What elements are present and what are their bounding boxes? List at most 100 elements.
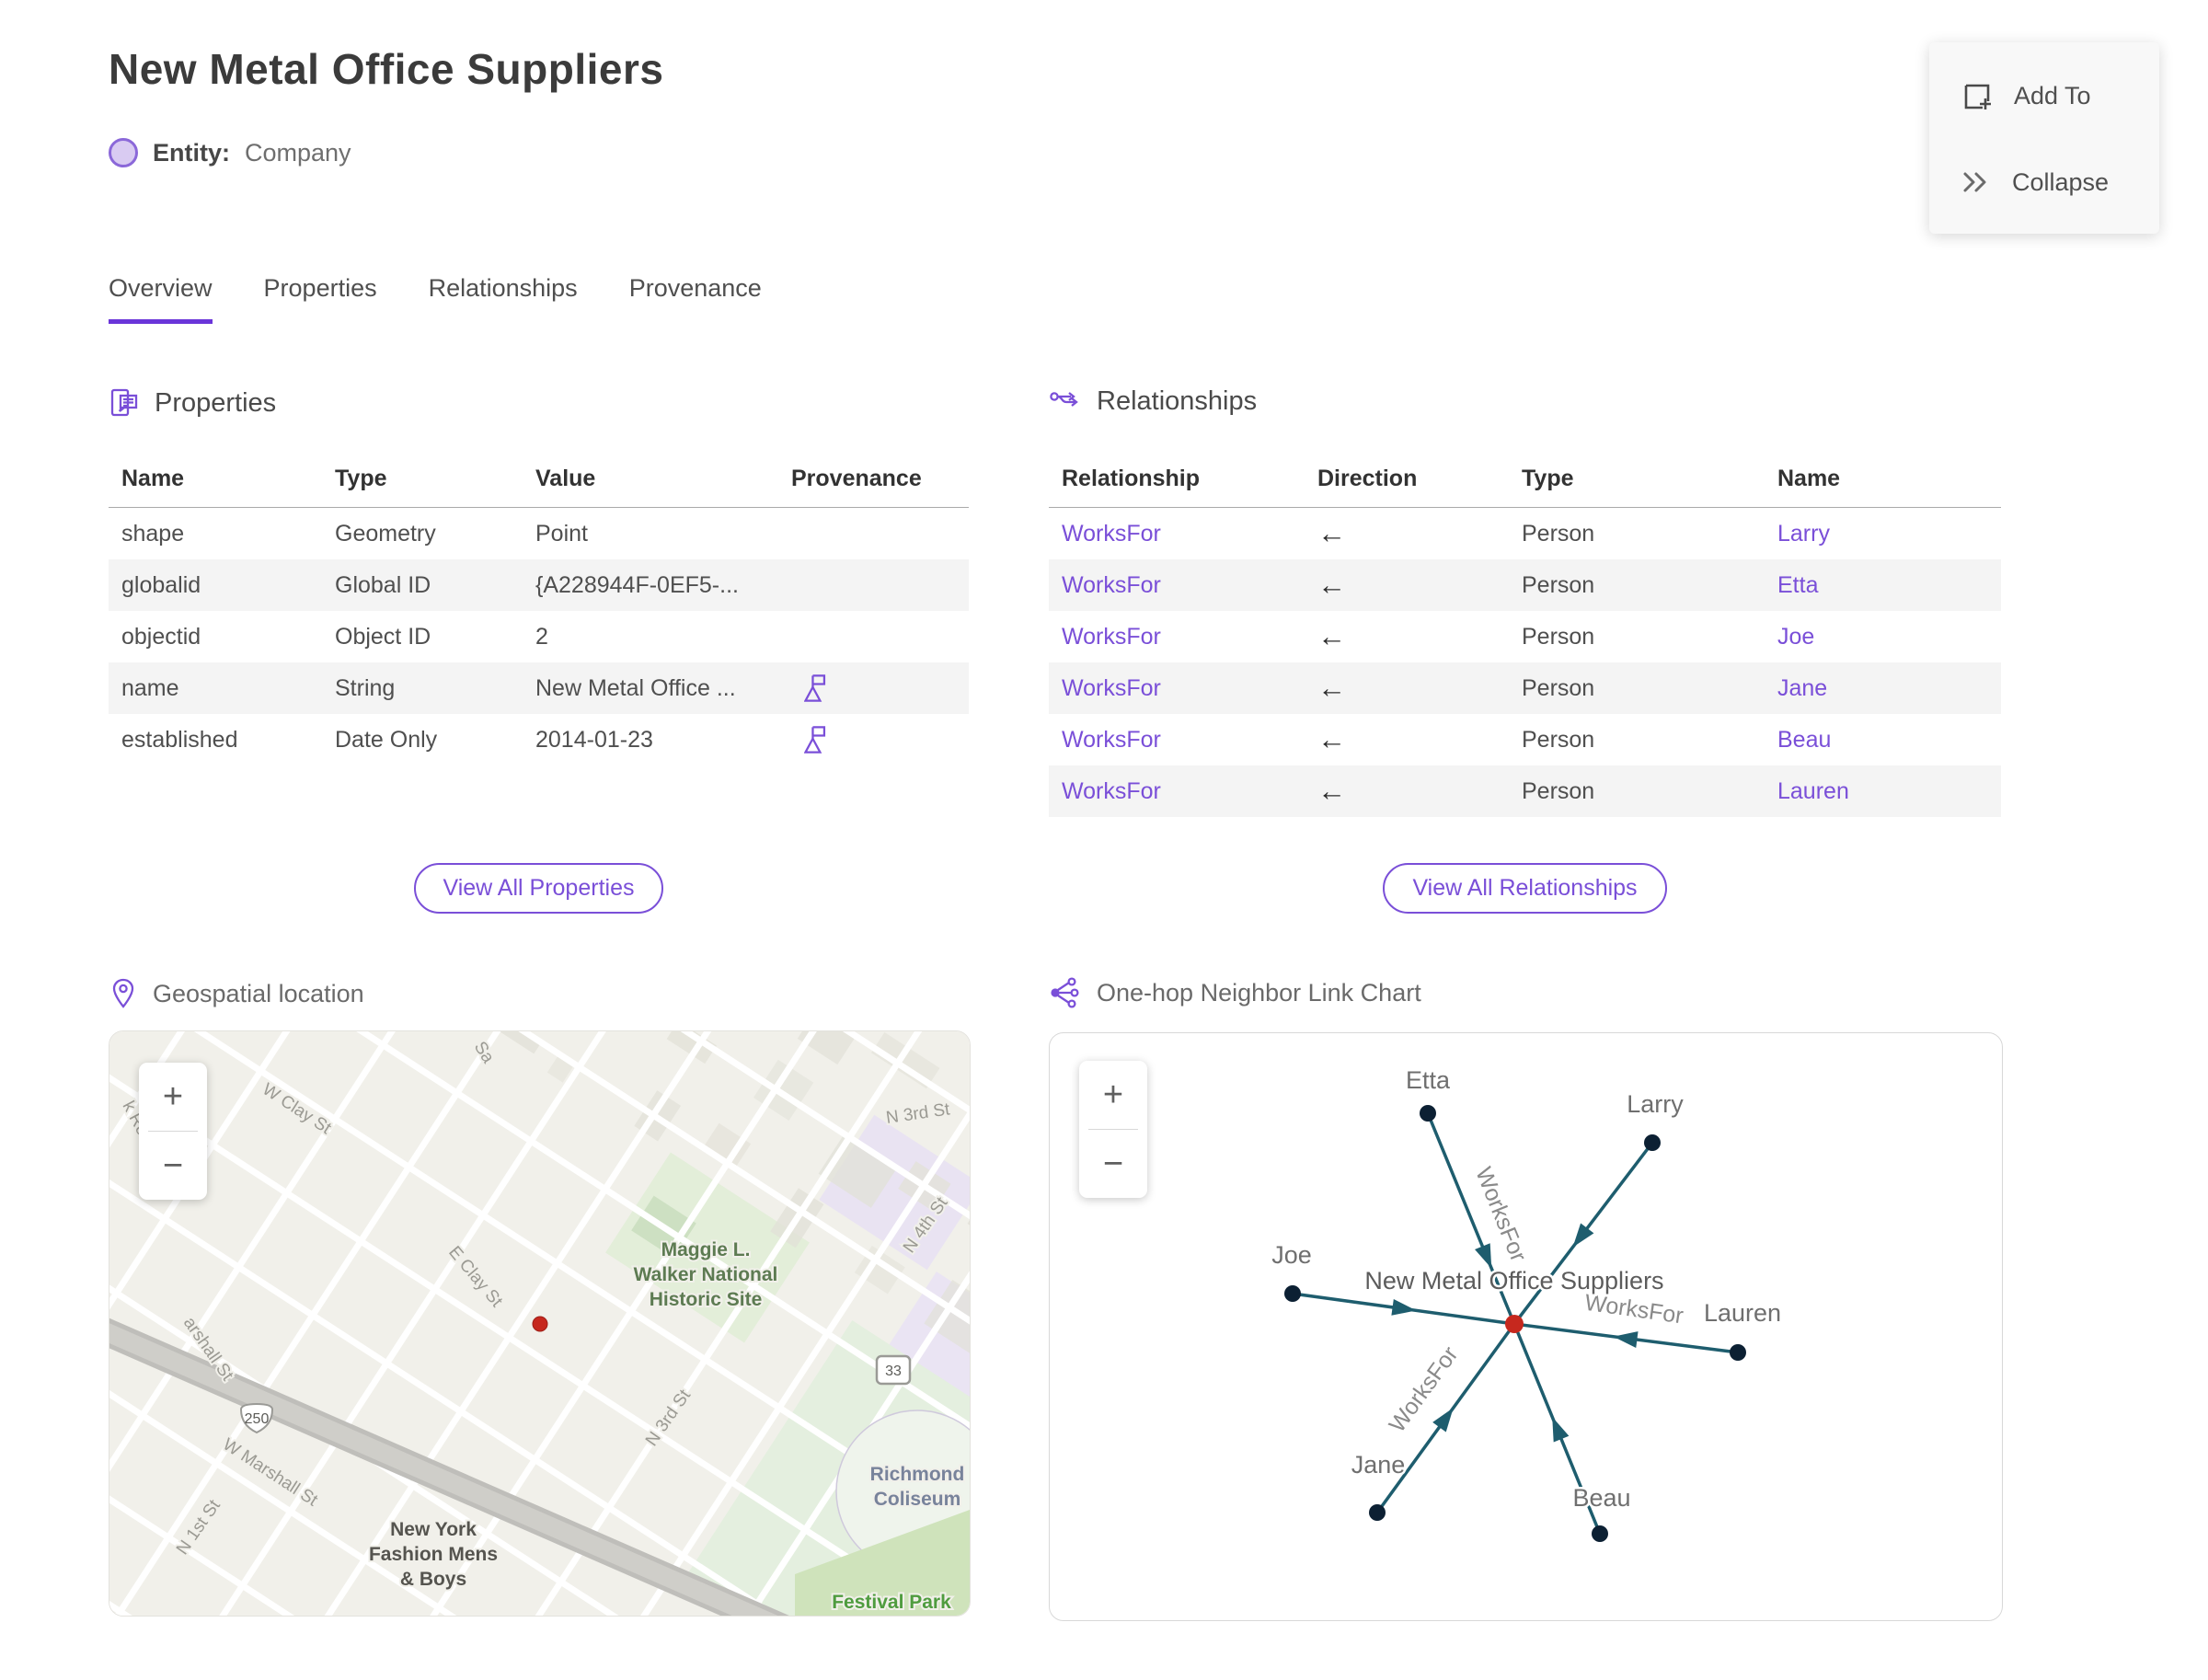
col-rel-name: Name — [1765, 453, 2001, 508]
node-label: Jane — [1351, 1451, 1406, 1479]
col-provenance: Provenance — [778, 453, 969, 508]
properties-table-body: shape Geometry Point globalid Global ID {A228… — [109, 508, 969, 766]
map-zoom-in-button[interactable]: + — [139, 1063, 207, 1131]
property-value: 2 — [535, 623, 548, 650]
add-to-label: Add To — [2014, 81, 2091, 109]
svg-text:33: 33 — [885, 1364, 902, 1379]
node-etta[interactable] — [1420, 1105, 1436, 1122]
col-relationship: Relationship — [1049, 453, 1305, 508]
add-to-icon — [1964, 84, 1991, 110]
map-svg[interactable]: 25033k Ro W Clay StSaN 3rd StN 4th StMagg… — [109, 1031, 970, 1616]
property-name: globalid — [121, 571, 201, 598]
chart-zoom-in-button[interactable]: + — [1079, 1061, 1147, 1129]
relationship-direction: ← — [1317, 723, 1346, 755]
map-pin-icon — [112, 978, 134, 1008]
node-joe[interactable] — [1284, 1285, 1301, 1302]
relationship-row: WorksFor ← Person Jane — [1049, 662, 2001, 714]
relationships-table: Relationship Direction Type Name WorksFo… — [1049, 453, 2001, 817]
relationship-name-link[interactable]: Larry — [1777, 521, 1830, 547]
add-to-button[interactable]: Add To — [1929, 79, 2159, 112]
property-type: Object ID — [335, 623, 431, 650]
linkchart-svg[interactable]: WorksForWorksForWorksForEttaLarryJoeLaur… — [1050, 1033, 2002, 1620]
node-lauren[interactable] — [1730, 1344, 1746, 1361]
node-larry[interactable] — [1644, 1134, 1661, 1151]
relationships-section-title: Relationships — [1097, 386, 1258, 416]
center-node-label: New Metal Office Suppliers — [1364, 1267, 1663, 1295]
provenance-flag-icon[interactable] — [804, 724, 830, 755]
property-name: objectid — [121, 623, 201, 650]
relationship-direction: ← — [1317, 569, 1346, 601]
svg-text:Festival Park: Festival Park — [832, 1592, 951, 1613]
relationship-link[interactable]: WorksFor — [1062, 624, 1161, 650]
property-row: shape Geometry Point — [109, 508, 969, 560]
view-all-relationships-button[interactable]: View All Relationships — [1383, 863, 1667, 914]
chart-zoom-out-button[interactable]: − — [1079, 1130, 1147, 1198]
action-panel: Add To Collapse — [1929, 42, 2159, 234]
relationship-type: Person — [1522, 623, 1595, 650]
relationship-type: Person — [1522, 726, 1595, 753]
properties-section-header: Properties — [109, 386, 276, 420]
property-row: globalid Global ID {A228944F-0EF5-... — [109, 559, 969, 611]
property-row: established Date Only 2014-01-23 — [109, 714, 969, 765]
property-provenance — [778, 662, 969, 714]
relationship-type: Person — [1522, 674, 1595, 701]
relationship-row: WorksFor ← Person Larry — [1049, 508, 2001, 560]
geospatial-section-title: Geospatial location — [153, 979, 364, 1007]
relationship-name-link[interactable]: Jane — [1777, 675, 1827, 701]
property-provenance — [778, 559, 969, 611]
tab-properties[interactable]: Properties — [264, 274, 377, 324]
collapse-label: Collapse — [2012, 167, 2110, 196]
page-title: New Metal Office Suppliers — [109, 45, 664, 93]
property-type: Date Only — [335, 726, 438, 753]
relationship-type: Person — [1522, 520, 1595, 547]
relationship-link[interactable]: WorksFor — [1062, 727, 1161, 753]
relationship-type: Person — [1522, 777, 1595, 804]
tab-relationships[interactable]: Relationships — [429, 274, 578, 324]
relationship-name-link[interactable]: Beau — [1777, 727, 1831, 753]
node-label: Lauren — [1704, 1299, 1781, 1327]
entity-type-icon — [109, 138, 138, 167]
map-card[interactable]: 250 33 k Ro W Clay St Sa N 3rd St N 4th St Magg… — [109, 1030, 971, 1617]
entity-detail-page: New Metal Office Suppliers Entity: Compa… — [0, 0, 2208, 1680]
view-all-properties-button[interactable]: View All Properties — [413, 863, 664, 914]
node-beau[interactable] — [1592, 1525, 1608, 1542]
col-rel-type: Type — [1509, 453, 1765, 508]
property-type: Global ID — [335, 571, 431, 598]
entity-label: Entity: — [153, 138, 230, 167]
col-value: Value — [523, 453, 778, 508]
relationship-link[interactable]: WorksFor — [1062, 521, 1161, 547]
geospatial-section-header: Geospatial location — [109, 977, 364, 1010]
relationship-link[interactable]: WorksFor — [1062, 778, 1161, 804]
relationships-table-body: WorksFor ← Person Larry WorksFor ← Person Etta W… — [1049, 508, 2001, 817]
node-label: Etta — [1406, 1066, 1451, 1094]
relationship-link[interactable]: WorksFor — [1062, 572, 1161, 598]
relationship-direction: ← — [1317, 775, 1346, 807]
relationships-section-header: Relationships — [1049, 386, 1257, 417]
property-value: 2014-01-23 — [535, 726, 653, 753]
property-row: objectid Object ID 2 — [109, 611, 969, 662]
map-zoom-out-button[interactable]: − — [139, 1132, 207, 1200]
svg-text:Historic Site: Historic Site — [650, 1289, 763, 1310]
entity-type: Company — [245, 138, 351, 167]
svg-text:250: 250 — [245, 1411, 270, 1427]
provenance-flag-icon[interactable] — [804, 673, 830, 704]
node-jane[interactable] — [1369, 1504, 1386, 1521]
center-node[interactable] — [1505, 1315, 1524, 1333]
relationship-name-link[interactable]: Joe — [1777, 624, 1814, 650]
relationship-direction: ← — [1317, 517, 1346, 549]
collapse-button[interactable]: Collapse — [1929, 168, 2159, 197]
property-type: String — [335, 674, 396, 701]
view-all-properties-wrap: View All Properties — [109, 863, 969, 914]
node-label: Joe — [1271, 1241, 1312, 1269]
svg-text:Walker National: Walker National — [634, 1264, 778, 1285]
linkchart-card[interactable]: WorksFor WorksFor WorksFor Etta Larry Joe Laur… — [1049, 1032, 2003, 1621]
edge-label: WorksFor — [1583, 1290, 1685, 1329]
relationship-name-link[interactable]: Lauren — [1777, 778, 1849, 804]
tab-overview[interactable]: Overview — [109, 274, 213, 324]
property-value: New Metal Office ... — [535, 674, 736, 701]
relationships-icon — [1050, 391, 1078, 407]
relationship-name-link[interactable]: Etta — [1777, 572, 1818, 598]
property-provenance — [778, 714, 969, 765]
relationship-link[interactable]: WorksFor — [1062, 675, 1161, 701]
tab-provenance[interactable]: Provenance — [629, 274, 762, 324]
